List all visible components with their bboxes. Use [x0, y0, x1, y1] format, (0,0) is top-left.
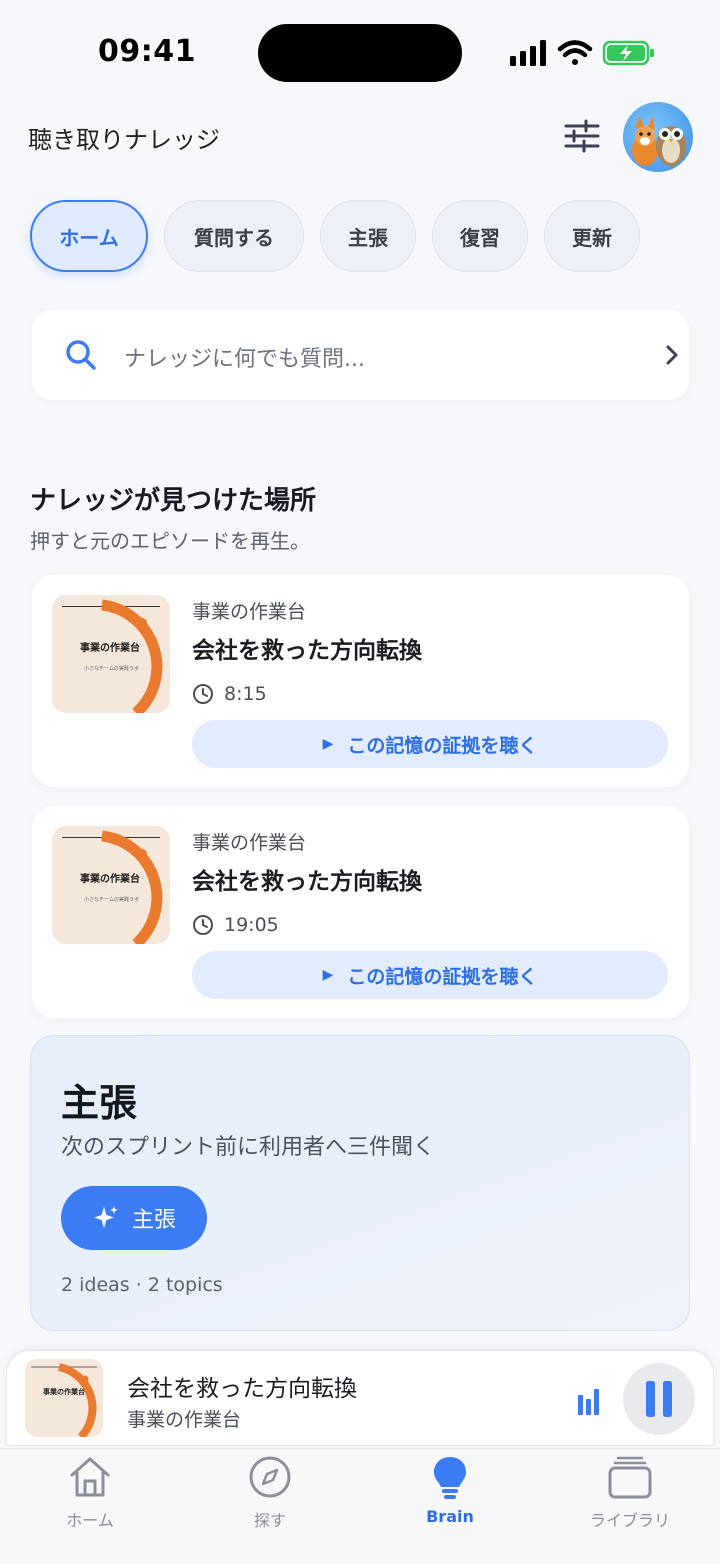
compass-icon: [249, 1456, 291, 1498]
timestamp-value: 19:05: [224, 914, 279, 936]
episode-title: 会社を救った方向転換: [192, 869, 422, 895]
tab-brain-label: Brain: [426, 1507, 474, 1526]
search-placeholder: ナレッジに何でも質問...: [124, 347, 365, 372]
equalizer-icon: [578, 1389, 599, 1415]
thumbnail-subtitle: 小さなチームの実践ラボ: [84, 666, 139, 672]
chip-home[interactable]: ホーム: [30, 200, 148, 272]
status-bar: 09:41: [0, 0, 720, 100]
chip-review[interactable]: 復習: [432, 200, 528, 272]
tab-explore-label: 探す: [253, 1511, 286, 1530]
status-icons: [510, 40, 654, 66]
episode-thumbnail: 事業の作業台 小さなチームの実践ラボ: [52, 595, 170, 713]
clock-icon: [193, 684, 213, 704]
tab-library[interactable]: ライブラリ: [570, 1453, 690, 1533]
result-card[interactable]: 事業の作業台 小さなチームの実践ラボ 事業の作業台 会社を救った方向転換 19:…: [32, 806, 689, 1018]
timestamp: 19:05: [192, 914, 279, 936]
fox-owl-illustration: [632, 116, 686, 166]
section-title: ナレッジが見つけた場所: [30, 486, 317, 516]
tab-library-label: ライブラリ: [589, 1511, 670, 1530]
chip-stance[interactable]: 主張: [320, 200, 416, 272]
stance-text: 次のスプリント前に利用者へ三件聞く: [61, 1135, 436, 1160]
battery-icon: [602, 40, 654, 66]
tab-home-label: ホーム: [66, 1511, 114, 1530]
chip-ask[interactable]: 質問する: [164, 200, 304, 272]
stance-meta: 2 ideas · 2 topics: [61, 1274, 223, 1296]
signal-icon: [510, 40, 546, 66]
listen-evidence-label: この記憶の証拠を聴く: [347, 965, 538, 988]
show-name: 事業の作業台: [192, 832, 307, 854]
episode-thumbnail: 事業の作業台 小さなチームの実践ラボ: [52, 826, 170, 944]
player-show: 事業の作業台: [127, 1409, 242, 1431]
listen-evidence-label: この記憶の証拠を聴く: [347, 734, 538, 757]
timestamp-value: 8:15: [224, 683, 267, 705]
thumbnail-title: 事業の作業台: [80, 643, 140, 654]
clock-icon: [193, 915, 213, 935]
show-name: 事業の作業台: [192, 601, 307, 623]
wifi-icon: [557, 40, 593, 65]
tab-explore[interactable]: 探す: [210, 1453, 330, 1533]
episode-title: 会社を救った方向転換: [192, 638, 422, 664]
tab-brain[interactable]: Brain: [390, 1453, 510, 1533]
tab-bar: ホーム 探す Brain ライブラリ: [0, 1448, 720, 1564]
play-icon: ▶: [322, 967, 334, 983]
timestamp: 8:15: [192, 683, 267, 705]
stance-button-label: 主張: [131, 1208, 176, 1233]
thumbnail-subtitle: 小さなチームの実践ラボ: [84, 897, 139, 903]
dynamic-island: [258, 24, 462, 82]
avatar[interactable]: [623, 102, 693, 172]
stance-card: 主張 次のスプリント前に利用者へ三件聞く 主張 2 ideas · 2 topi…: [30, 1035, 690, 1331]
library-icon: [608, 1456, 652, 1499]
pause-icon: [646, 1381, 672, 1417]
chip-update[interactable]: 更新: [544, 200, 640, 272]
section-subtitle: 押すと元のエピソードを再生。: [30, 529, 310, 553]
home-icon: [70, 1457, 110, 1497]
pause-button[interactable]: [623, 1363, 695, 1435]
listen-evidence-button[interactable]: ▶ この記憶の証拠を聴く: [192, 951, 668, 999]
player-thumbnail-title: 事業の作業台: [43, 1388, 85, 1396]
chevron-right-icon: [666, 345, 678, 365]
stance-button[interactable]: 主張: [61, 1186, 207, 1250]
app-title: 聴き取りナレッジ: [28, 126, 220, 154]
search-icon: [66, 340, 96, 370]
filter-settings-icon[interactable]: [560, 114, 604, 158]
mode-chips: ホーム 質問する 主張 復習 更新: [30, 200, 656, 272]
lightbulb-icon: [434, 1457, 466, 1499]
status-time: 09:41: [98, 34, 196, 69]
play-icon: ▶: [322, 736, 334, 752]
mini-player[interactable]: 事業の作業台 会社を救った方向転換 事業の作業台: [6, 1350, 714, 1446]
player-title: 会社を救った方向転換: [127, 1376, 357, 1402]
search-bar[interactable]: ナレッジに何でも質問...: [32, 310, 689, 400]
result-card[interactable]: 事業の作業台 小さなチームの実践ラボ 事業の作業台 会社を救った方向転換 8:1…: [32, 575, 689, 787]
tab-home[interactable]: ホーム: [30, 1453, 150, 1533]
player-thumbnail: 事業の作業台: [25, 1359, 103, 1437]
listen-evidence-button[interactable]: ▶ この記憶の証拠を聴く: [192, 720, 668, 768]
stance-title: 主張: [61, 1081, 138, 1125]
thumbnail-title: 事業の作業台: [80, 874, 140, 885]
sparkle-icon: [93, 1206, 118, 1228]
